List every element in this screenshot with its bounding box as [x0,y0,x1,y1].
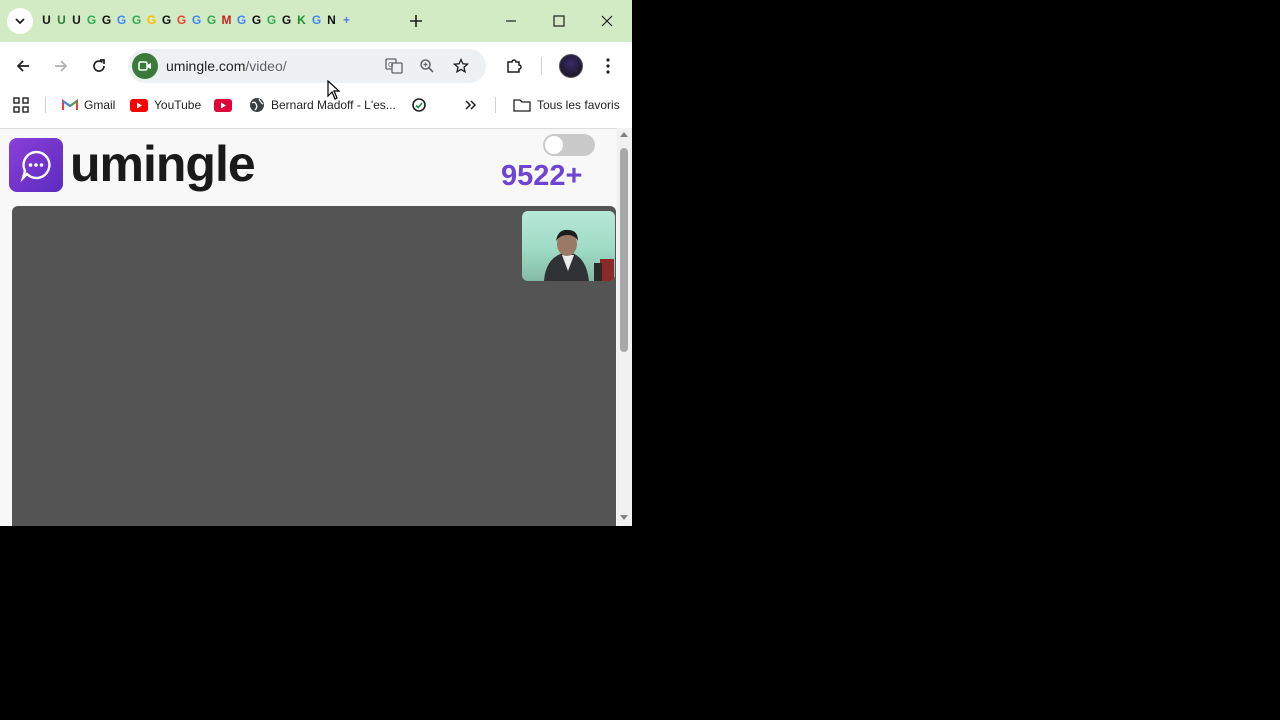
gmail-icon [62,99,78,110]
translate-button[interactable]: G [383,55,405,77]
close-icon [601,15,613,27]
brand-name: umingle [70,136,256,192]
scrollbar-thumb[interactable] [620,148,628,352]
tab-favicon-icon[interactable]: G [235,12,248,28]
svg-text:G: G [388,61,393,69]
stranger-video-area [12,206,616,526]
online-count: 9522+ [501,160,583,192]
reload-button[interactable] [85,52,113,80]
all-bookmarks-folder[interactable]: Tous les favoris [513,97,620,113]
apps-button[interactable] [13,97,29,113]
video-camera-icon [138,61,151,71]
star-icon [453,58,469,74]
toolbar-divider [541,57,542,75]
tab-favicon-icon[interactable]: G [190,12,203,28]
tab-favicon-icon[interactable]: G [205,12,218,28]
url-path: /video/ [245,58,287,74]
bookmark-star-button[interactable] [450,55,472,77]
bookmarks-bar: Gmail YouTube Bernard Madoff - L'es... T… [0,90,632,120]
bookmark-youtube-2[interactable] [214,97,232,113]
browser-toolbar: umingle.com/video/ G [0,42,632,90]
url-text: umingle.com/video/ [166,58,287,74]
tab-favicon-icon[interactable]: G [115,12,128,28]
tab-favicon-icon[interactable]: G [85,12,98,28]
extensions-button[interactable] [500,52,528,80]
arrow-left-icon [16,60,29,72]
tab-favicon-icon[interactable]: U [70,12,83,28]
tab-favicon-icon[interactable]: G [280,12,293,28]
tab-strip: U U U G G G G G G G G G M G G G G K G N + [0,0,632,42]
close-button[interactable] [584,7,630,35]
avatar [559,54,583,78]
youtube-icon [130,98,148,112]
zoom-button[interactable] [416,55,438,77]
tab-favicon-icon[interactable]: U [55,12,68,28]
profile-button[interactable] [557,52,585,80]
tab-favicon-icon[interactable]: G [145,12,158,28]
person-silhouette [544,229,614,281]
kebab-menu-icon [606,58,610,74]
minimize-button[interactable] [488,7,534,35]
chevron-down-icon [15,18,25,25]
tab-favicon-icon[interactable]: G [175,12,188,28]
tab-favicon-icon[interactable]: G [160,12,173,28]
reload-icon [93,59,105,72]
more-bookmarks-button[interactable] [464,97,478,113]
site-info-button[interactable] [132,53,158,79]
youtube-icon [214,98,232,112]
page-content: umingle 9522+ [0,128,617,526]
bookmark-divider [45,97,46,113]
tab-favicon-icon[interactable]: G [265,12,278,28]
browser-window: U U U G G G G G G G G G M G G G G K G N + umingle.com/vi [0,0,632,526]
menu-button[interactable] [594,52,622,80]
tab-favicon-icon[interactable]: U [40,12,53,28]
bookmark-label: Gmail [84,98,116,112]
zoom-icon [420,59,434,73]
page-scrollbar[interactable] [617,128,632,526]
bookmark-gmail[interactable]: Gmail [62,97,115,113]
tab-search-button[interactable] [7,8,33,34]
apps-grid-icon [13,97,29,113]
minimize-icon [506,20,516,22]
maximize-button[interactable] [536,7,582,35]
bookmark-label: YouTube [154,98,202,112]
mouse-pointer-icon [327,80,341,100]
bookmark-youtube[interactable]: YouTube [130,97,201,113]
mode-toggle[interactable] [543,134,595,156]
tab-favicon-icon[interactable]: G [100,12,113,28]
all-bookmarks-label: Tous les favoris [537,98,620,112]
self-camera-preview [522,211,615,281]
puzzle-icon [507,59,522,73]
toggle-knob [545,136,563,154]
tab-favicon-icon[interactable]: M [220,12,233,28]
bookmark-bernard-madoff[interactable]: Bernard Madoff - L'es... [249,97,396,113]
globe-icon [250,98,264,112]
tab-favicon-icon[interactable]: K [295,12,308,28]
tab-favicon-icon[interactable]: N [325,12,338,28]
tab-favicon-icon[interactable]: G [250,12,263,28]
tab-favicon-icon[interactable]: G [310,12,323,28]
folder-icon [513,99,531,112]
double-chevron-right-icon [465,100,477,110]
forward-button[interactable] [47,52,75,80]
search-icon [412,98,426,112]
umingle-logo [9,138,63,192]
scroll-up-icon[interactable] [619,130,629,138]
chat-bubble-icon [20,150,51,182]
url-domain: umingle.com [166,58,246,74]
new-tab-button[interactable] [404,9,428,33]
bookmark-search[interactable] [411,97,427,113]
back-button[interactable] [9,52,37,80]
translate-icon: G [385,58,403,74]
plus-icon [410,15,422,27]
tab-favicons[interactable]: U U U G G G G G G G G G M G G G G K G N + [40,12,353,30]
bookmark-label: Bernard Madoff - L'es... [271,98,396,112]
tab-favicon-icon[interactable]: + [340,12,353,28]
bookmark-divider [495,97,496,113]
scroll-down-icon[interactable] [619,514,629,522]
maximize-icon [553,15,565,27]
arrow-right-icon [55,60,68,72]
tab-favicon-icon[interactable]: G [130,12,143,28]
address-bar[interactable]: umingle.com/video/ G [128,49,486,83]
